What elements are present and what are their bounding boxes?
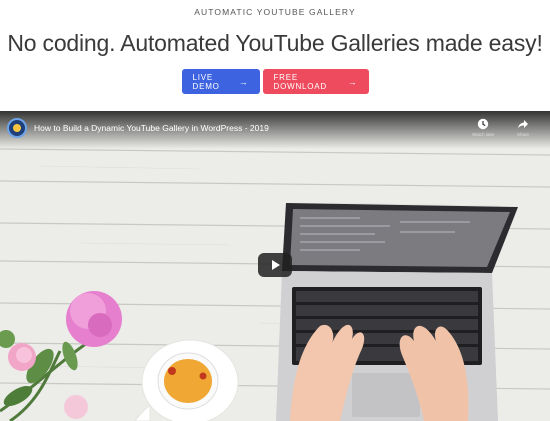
watch-later-button[interactable]: Watch later: [472, 118, 495, 137]
arrow-right-icon: →: [347, 76, 358, 87]
arrow-right-icon: →: [238, 76, 249, 87]
live-demo-label: LIVE DEMO: [192, 72, 220, 91]
live-demo-button[interactable]: LIVE DEMO →: [181, 69, 260, 94]
channel-avatar[interactable]: [7, 118, 27, 138]
clock-icon: [477, 118, 489, 130]
video-title-bar: How to Build a Dynamic YouTube Gallery i…: [0, 111, 550, 149]
free-download-label: FREE DOWNLOAD: [273, 72, 328, 91]
video-player[interactable]: How to Build a Dynamic YouTube Gallery i…: [0, 111, 550, 421]
watch-later-label: Watch later: [472, 132, 495, 137]
share-label: Share: [516, 132, 529, 137]
page-headline: No coding. Automated YouTube Galleries m…: [7, 30, 543, 56]
cta-row: LIVE DEMO → FREE DOWNLOAD →: [0, 69, 550, 94]
play-icon[interactable]: [258, 253, 292, 277]
free-download-button[interactable]: FREE DOWNLOAD →: [262, 69, 369, 94]
video-title[interactable]: How to Build a Dynamic YouTube Gallery i…: [34, 123, 269, 133]
eyebrow-label: AUTOMATIC YOUTUBE GALLERY: [194, 7, 356, 17]
share-button[interactable]: Share: [512, 118, 534, 137]
share-icon: [518, 120, 528, 129]
